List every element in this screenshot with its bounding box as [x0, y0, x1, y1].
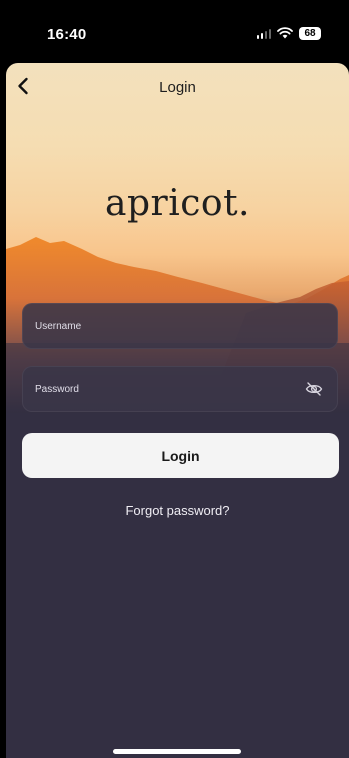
status-icons: 68 — [256, 25, 321, 41]
status-bar: 16:40 68 — [0, 0, 349, 58]
eye-off-icon — [305, 382, 323, 396]
status-time: 16:40 — [47, 26, 87, 43]
signal-icon — [256, 28, 271, 39]
login-sheet: Login apricot. Login Forgot password? — [6, 63, 349, 758]
wifi-icon — [277, 27, 293, 39]
apricot-logo: apricot. — [105, 183, 250, 224]
battery-icon: 68 — [299, 26, 321, 40]
login-button[interactable]: Login — [22, 433, 339, 478]
nav-bar: Login — [6, 63, 349, 113]
home-indicator[interactable] — [113, 749, 241, 754]
phone-screen: 16:40 68 Login apricot. Username Login F… — [0, 0, 349, 758]
password-input[interactable] — [35, 383, 303, 395]
username-input[interactable] — [35, 320, 325, 332]
page-title: Login — [159, 79, 196, 96]
forgot-password-link[interactable]: Forgot password? — [6, 503, 349, 518]
password-visibility-toggle[interactable] — [303, 378, 325, 400]
password-field[interactable] — [22, 366, 338, 412]
username-field[interactable] — [22, 303, 338, 349]
